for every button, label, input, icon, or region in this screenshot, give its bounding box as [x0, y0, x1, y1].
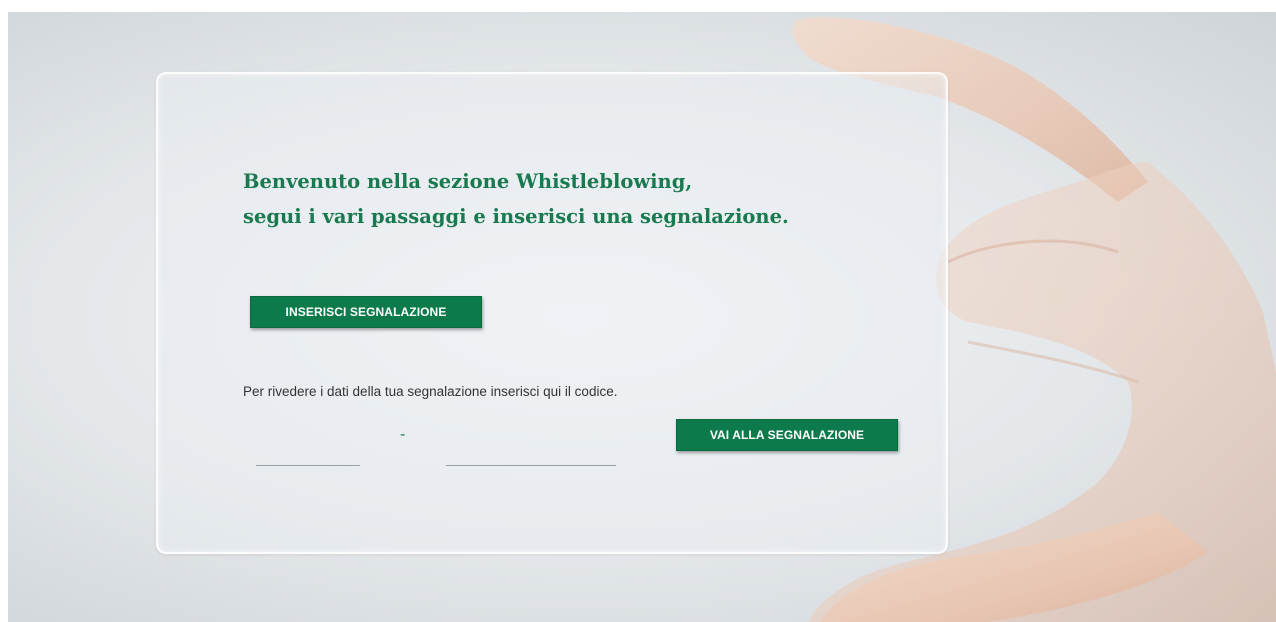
code-part2-input[interactable]	[446, 444, 616, 466]
background-stage: Benvenuto nella sezione Whistleblowing, …	[8, 12, 1276, 622]
insert-report-button[interactable]: INSERISCI SEGNALAZIONE	[250, 296, 482, 328]
welcome-heading: Benvenuto nella sezione Whistleblowing, …	[243, 164, 789, 234]
welcome-line-1: Benvenuto nella sezione Whistleblowing,	[243, 170, 693, 193]
review-instructions: Per rivedere i dati della tua segnalazio…	[243, 384, 618, 399]
code-separator: -	[400, 426, 406, 443]
welcome-line-2: segui i vari passaggi e inserisci una se…	[243, 205, 789, 228]
go-to-report-button[interactable]: VAI ALLA SEGNALAZIONE	[676, 419, 898, 451]
glass-card: Benvenuto nella sezione Whistleblowing, …	[156, 72, 948, 554]
code-part1-input[interactable]	[256, 444, 360, 466]
